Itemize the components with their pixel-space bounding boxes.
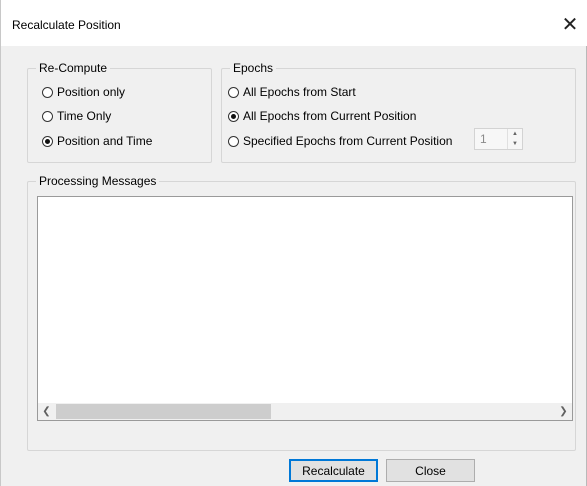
recompute-group-label: Re-Compute: [36, 61, 111, 75]
radio-indicator: [42, 110, 53, 122]
epoch-count-value[interactable]: 1: [480, 132, 487, 146]
spin-up-icon[interactable]: ▲: [508, 129, 522, 139]
radio-indicator: [228, 86, 239, 98]
radio-label: Position and Time: [57, 134, 153, 148]
close-icon[interactable]: ✕: [557, 13, 583, 36]
horizontal-scrollbar[interactable]: ❮ ❯: [38, 403, 572, 420]
epoch-count-stepper[interactable]: 1 ▲ ▼: [474, 128, 523, 150]
radio-indicator-selected: [228, 110, 239, 122]
radio-indicator: [228, 135, 239, 147]
stepper-buttons: ▲ ▼: [507, 129, 522, 149]
radio-label: Specified Epochs from Current Position: [243, 134, 453, 148]
radio-position-only[interactable]: Position only: [42, 85, 125, 99]
epochs-group-label: Epochs: [230, 61, 277, 75]
radio-indicator: [42, 86, 53, 98]
recalculate-button[interactable]: Recalculate: [289, 459, 378, 482]
radio-time-only[interactable]: Time Only: [42, 109, 111, 123]
window-title: Recalculate Position: [12, 18, 121, 32]
radio-position-and-time[interactable]: Position and Time: [42, 134, 152, 148]
radio-all-epochs-from-start[interactable]: All Epochs from Start: [228, 85, 356, 99]
processing-messages-textarea[interactable]: ❮ ❯: [37, 196, 573, 421]
processing-messages-label: Processing Messages: [36, 174, 160, 188]
title-bar: Recalculate Position ✕: [1, 0, 587, 46]
scroll-right-icon[interactable]: ❯: [555, 403, 572, 420]
radio-all-epochs-from-current[interactable]: All Epochs from Current Position: [228, 109, 416, 123]
radio-label: Position only: [57, 85, 126, 99]
spin-down-icon[interactable]: ▼: [508, 139, 522, 149]
radio-label: All Epochs from Start: [243, 85, 356, 99]
radio-indicator-selected: [42, 135, 53, 147]
radio-specified-epochs[interactable]: Specified Epochs from Current Position: [228, 134, 452, 148]
scrollbar-thumb[interactable]: [56, 404, 271, 419]
scroll-left-icon[interactable]: ❮: [38, 403, 55, 420]
radio-label: Time Only: [57, 109, 112, 123]
radio-label: All Epochs from Current Position: [243, 109, 417, 123]
close-button[interactable]: Close: [386, 459, 475, 482]
recalculate-position-dialog: Recalculate Position ✕ Re-Compute Positi…: [0, 0, 587, 486]
